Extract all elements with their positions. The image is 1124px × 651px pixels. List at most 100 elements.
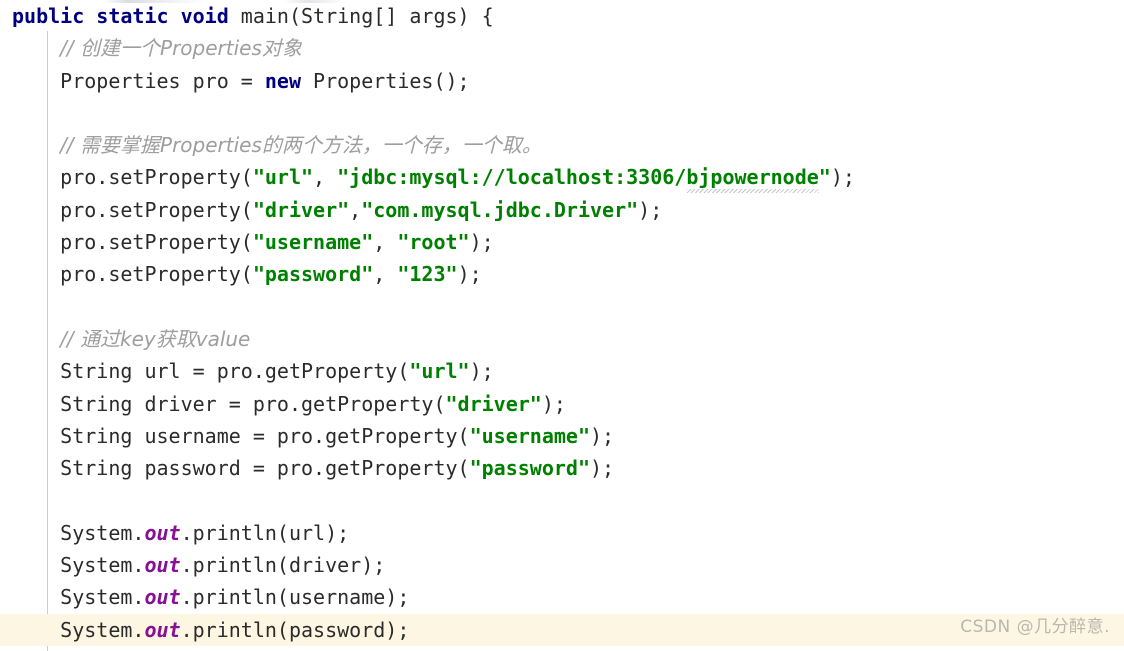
code-token-plain: , xyxy=(373,230,398,255)
code-token-plain: ); xyxy=(638,197,663,222)
code-token-plain: ); xyxy=(457,262,482,287)
code-token-plain: String driver = pro.getProperty( xyxy=(60,391,446,416)
code-token-plain: pro.setProperty( xyxy=(60,262,253,287)
code-token-str: "root" xyxy=(397,230,470,255)
code-token-plain: main(String[] args) { xyxy=(228,4,494,28)
code-token-str: "driver" xyxy=(445,391,542,416)
code-token-plain: .println(password); xyxy=(180,617,410,642)
code-line[interactable]: // 需要掌握Properties的两个方法，一个存，一个取。 xyxy=(0,129,1124,161)
code-token-plain: pro.setProperty( xyxy=(60,165,253,190)
code-line[interactable] xyxy=(0,484,1124,516)
code-token-cmt: // 创建一个Properties对象 xyxy=(60,36,302,61)
code-line[interactable]: System.out.println(url); xyxy=(0,517,1124,549)
code-line[interactable] xyxy=(0,97,1124,129)
code-token-plain: ); xyxy=(830,165,855,190)
code-line[interactable]: // 通过key获取value xyxy=(0,323,1124,355)
code-line-text: System.out.println(username); xyxy=(0,581,409,613)
code-token-plain: pro.setProperty( xyxy=(60,230,253,255)
code-token-str: "url" xyxy=(252,165,314,190)
code-token-str: "username" xyxy=(469,423,590,448)
code-line[interactable]: System.out.println(username); xyxy=(0,581,1124,613)
code-line-text: // 需要掌握Properties的两个方法，一个存，一个取。 xyxy=(0,129,542,161)
code-token-field: out xyxy=(144,553,181,578)
code-line-text: String password = pro.getProperty("passw… xyxy=(0,452,614,484)
code-line[interactable]: pro.setProperty("password", "123"); xyxy=(0,258,1124,290)
code-token-plain: String url = pro.getProperty( xyxy=(60,359,410,384)
code-token-kw: static xyxy=(96,4,169,28)
code-line-list: public static void main(String[] args) {… xyxy=(0,0,1124,646)
code-line-text: Properties pro = new Properties(); xyxy=(0,65,470,97)
code-token-plain: ); xyxy=(469,230,494,255)
code-token-plain: ); xyxy=(590,423,615,448)
code-token-plain: Properties(); xyxy=(301,68,470,93)
code-token-plain: System. xyxy=(60,617,145,642)
code-line[interactable]: String username = pro.getProperty("usern… xyxy=(0,420,1124,452)
code-line-text xyxy=(0,484,60,516)
code-line-text: // 创建一个Properties对象 xyxy=(0,32,302,64)
code-token-str: "123" xyxy=(397,262,458,287)
code-line-text: pro.setProperty("username", "root"); xyxy=(0,226,494,258)
code-token-plain: pro.setProperty( xyxy=(60,197,253,222)
code-line[interactable]: pro.setProperty("username", "root"); xyxy=(0,226,1124,258)
code-token-plain: String username = pro.getProperty( xyxy=(60,423,470,448)
code-token-kw: public xyxy=(12,4,85,28)
code-line[interactable]: String password = pro.getProperty("passw… xyxy=(0,452,1124,484)
code-token-field: out xyxy=(144,617,181,642)
code-token-field: out xyxy=(144,585,181,610)
code-token-cmt: // 通过key获取value xyxy=(60,326,251,351)
code-token-str: "com.mysql.jdbc.Driver" xyxy=(361,197,639,222)
code-line[interactable]: String url = pro.getProperty("url"); xyxy=(0,355,1124,387)
misspelled-token: bjpowernode xyxy=(686,161,820,194)
code-token-plain: ); xyxy=(590,456,615,481)
code-line[interactable] xyxy=(0,291,1124,323)
code-token-plain: System. xyxy=(60,520,145,545)
code-token-plain: System. xyxy=(60,585,145,610)
code-line[interactable]: String driver = pro.getProperty("driver"… xyxy=(0,388,1124,420)
code-token-plain: String password = pro.getProperty( xyxy=(60,456,470,481)
code-token-str: "url" xyxy=(409,359,470,384)
code-token-str: "password" xyxy=(252,262,374,287)
code-token-plain: .println(username); xyxy=(180,585,410,610)
code-line-text: String driver = pro.getProperty("driver"… xyxy=(0,388,566,420)
code-token-str: "jdbc:mysql://localhost:3306/ xyxy=(337,165,687,190)
code-line[interactable]: public static void main(String[] args) { xyxy=(0,0,1124,32)
code-line-text: System.out.println(driver); xyxy=(0,549,385,581)
code-line[interactable]: System.out.println(driver); xyxy=(0,549,1124,581)
code-token-plain: Properties pro = xyxy=(60,68,265,93)
code-line-text: System.out.println(password); xyxy=(0,614,409,646)
code-token-plain: .println(driver); xyxy=(180,553,386,578)
code-line-text xyxy=(0,291,60,323)
code-line[interactable]: System.out.println(password); xyxy=(0,613,1124,646)
code-line-text: // 通过key获取value xyxy=(0,323,250,355)
code-line[interactable]: Properties pro = new Properties(); xyxy=(0,65,1124,97)
code-line[interactable]: // 创建一个Properties对象 xyxy=(0,32,1124,64)
code-token-str: " xyxy=(818,165,831,190)
code-token-plain: ); xyxy=(541,391,566,416)
code-line[interactable]: pro.setProperty("url", "jdbc:mysql://loc… xyxy=(0,161,1124,194)
code-token-str: "username" xyxy=(252,230,374,255)
code-token-plain: , xyxy=(349,197,362,222)
code-line-text: System.out.println(url); xyxy=(0,517,349,549)
code-editor[interactable]: public static void main(String[] args) {… xyxy=(0,0,1124,651)
code-line[interactable]: pro.setProperty("driver","com.mysql.jdbc… xyxy=(0,194,1124,226)
code-token-kw: new xyxy=(264,68,301,93)
code-token-str: "driver" xyxy=(252,197,350,222)
code-token-str: "password" xyxy=(469,456,590,481)
